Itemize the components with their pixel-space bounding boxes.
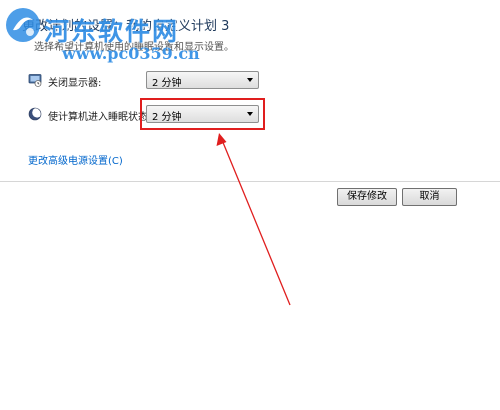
sleep-label: 使计算机进入睡眠状态: <box>48 112 152 123</box>
divider <box>0 181 500 182</box>
display-off-select[interactable]: 2 分钟 <box>146 71 259 89</box>
monitor-icon <box>28 74 42 87</box>
display-off-label: 关闭显示器: <box>48 78 102 89</box>
watermark-name: 河东软件网 <box>44 17 180 46</box>
advanced-power-settings-link[interactable]: 更改高级电源设置(C) <box>28 152 123 167</box>
watermark-logo-icon <box>6 8 40 42</box>
cancel-button[interactable]: 取消 <box>402 188 457 206</box>
save-button[interactable]: 保存修改 <box>337 188 397 206</box>
settings-panel: 更改计划的设置：我的自定义计划 3 选择希望计算机使用的睡眠设置和显示设置。 河… <box>0 0 500 182</box>
moon-icon <box>28 107 42 121</box>
highlight-annotation <box>140 98 265 130</box>
display-off-value: 2 分钟 <box>152 78 182 89</box>
chevron-down-icon <box>247 78 253 82</box>
watermark-url: www.pc0359.cn <box>62 44 200 63</box>
